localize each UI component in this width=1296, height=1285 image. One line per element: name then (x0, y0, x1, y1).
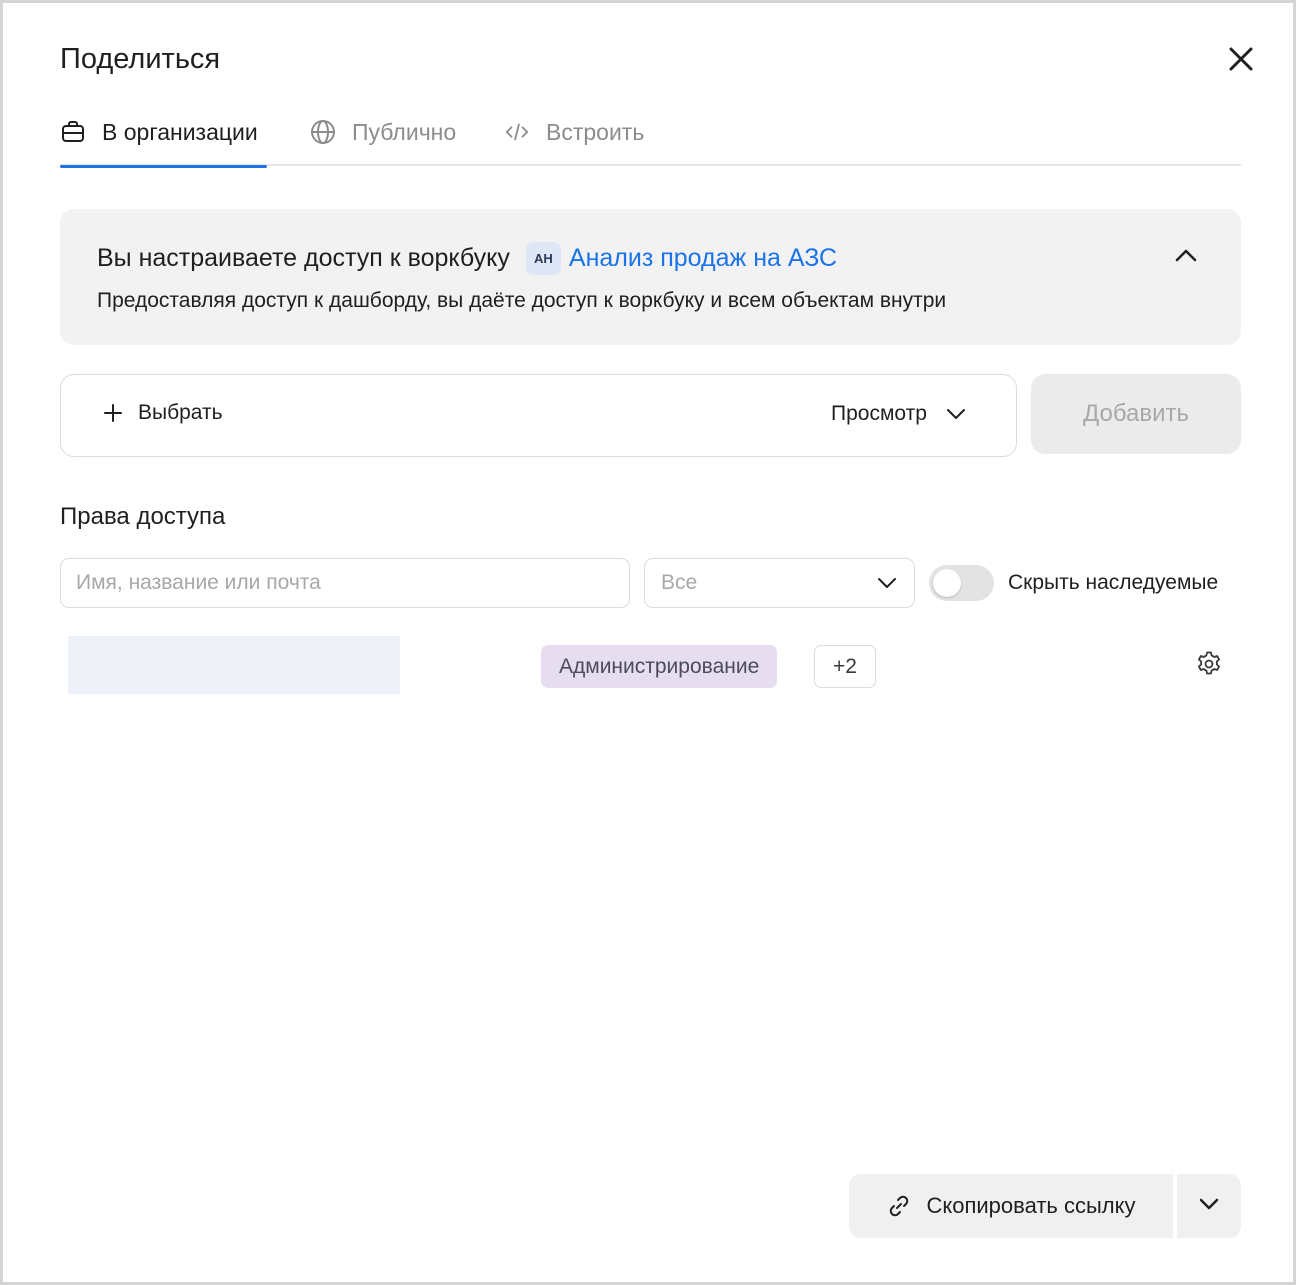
choose-label: Выбрать (138, 401, 223, 424)
role-select-value: Просмотр (831, 402, 927, 425)
chevron-down-icon (876, 572, 898, 594)
subject-name-placeholder (68, 636, 400, 694)
permission-row: Администрирование +2 (60, 633, 1241, 697)
close-button[interactable] (1221, 41, 1261, 81)
add-button[interactable]: Добавить (1031, 374, 1241, 454)
permissions-filter-select[interactable]: Все (644, 558, 915, 608)
chevron-down-icon (945, 403, 967, 425)
code-icon (504, 119, 530, 145)
info-description: Предоставляя доступ к дашборду, вы даёте… (97, 289, 947, 312)
hide-inherited-toggle[interactable] (929, 565, 994, 601)
tab-organization[interactable]: В организации (60, 111, 267, 168)
workbook-avatar-badge: АН (525, 242, 561, 275)
link-icon (886, 1193, 912, 1219)
briefcase-icon (60, 119, 86, 145)
chevron-up-icon (1175, 248, 1197, 267)
copy-link-label: Скопировать ссылку (926, 1193, 1136, 1218)
permissions-search-input[interactable] (60, 558, 630, 608)
tab-label: В организации (102, 119, 258, 145)
chevron-down-icon (1199, 1197, 1219, 1215)
hide-inherited-label: Скрыть наследуемые (1008, 571, 1219, 594)
copy-link-button[interactable]: Скопировать ссылку (849, 1174, 1173, 1238)
info-title-text: Вы настраиваете доступ к воркбуку (97, 244, 510, 272)
choose-subject-button[interactable]: Выбрать (102, 401, 223, 425)
tab-public[interactable]: Публично (310, 111, 456, 166)
copy-link-menu-button[interactable] (1177, 1174, 1241, 1238)
filter-select-value: Все (661, 571, 698, 594)
subject-picker-field: Выбрать Просмотр (60, 374, 1017, 457)
workbook-link[interactable]: Анализ продаж на АЗС (569, 244, 837, 273)
tab-label: Публично (352, 119, 457, 145)
tab-label: Встроить (546, 119, 645, 145)
share-dialog: Поделиться В организации Публично Встрои… (0, 0, 1296, 1285)
dialog-title: Поделиться (60, 43, 221, 75)
permissions-title: Права доступа (60, 503, 226, 530)
globe-icon (310, 119, 336, 145)
plus-icon (102, 402, 124, 424)
close-icon (1228, 46, 1254, 77)
workbook-info-box: Вы настраиваете доступ к воркбуку АН Ана… (60, 209, 1241, 345)
info-title: Вы настраиваете доступ к воркбуку АН Ана… (97, 242, 837, 275)
role-select[interactable]: Просмотр (831, 402, 967, 426)
more-roles-chip[interactable]: +2 (814, 645, 876, 688)
gear-icon (1195, 650, 1223, 683)
role-chip: Администрирование (541, 645, 778, 688)
share-tabs: В организации Публично Встроить (60, 111, 1241, 168)
toggle-knob (933, 569, 961, 597)
row-settings-button[interactable] (1193, 650, 1225, 682)
tab-embed[interactable]: Встроить (504, 111, 644, 166)
collapse-button[interactable] (1170, 241, 1202, 273)
